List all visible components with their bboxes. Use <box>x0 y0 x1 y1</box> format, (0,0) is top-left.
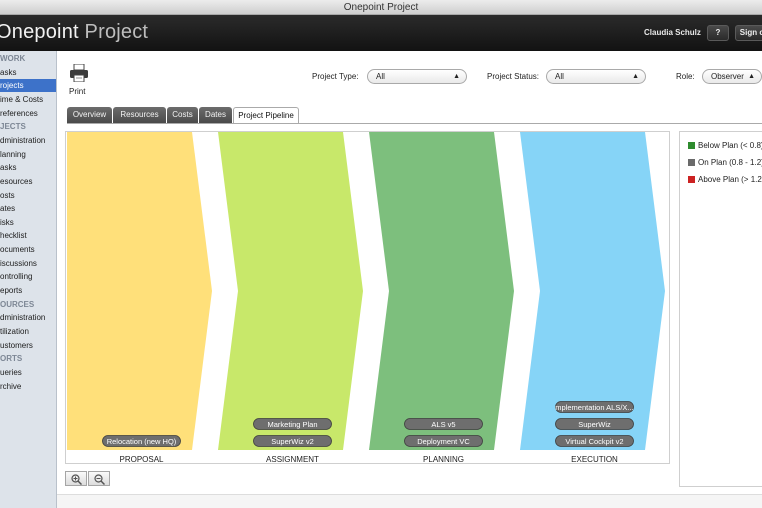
sidebar-item[interactable]: ime & Costs <box>0 93 56 106</box>
user-name: Claudia Schulz <box>644 28 701 37</box>
stage-arrow <box>369 132 514 450</box>
project-type-label: Project Type: <box>312 72 359 81</box>
stage-arrow <box>218 132 363 450</box>
stage-label: PROPOSAL <box>119 455 164 464</box>
sidebar-section-heading: JECTS <box>0 122 26 132</box>
zoom-in-button[interactable] <box>65 471 87 486</box>
tab-costs[interactable]: Costs <box>167 107 198 123</box>
tab-resources[interactable]: Resources <box>113 107 166 123</box>
legend-label: Above Plan (> 1.2) <box>698 175 762 184</box>
sidebar-item[interactable]: ueries <box>0 366 56 379</box>
sidebar-item[interactable]: eports <box>0 284 56 297</box>
pipeline-stage-assignment: ASSIGNMENT Marketing Plan SuperWiz v2 <box>218 132 363 464</box>
sidebar-section-heading: ORTS <box>0 354 23 364</box>
role-label: Role: <box>676 72 695 81</box>
app-logo: Onepoint Project <box>0 21 149 43</box>
project-pill[interactable]: Marketing Plan <box>253 418 332 430</box>
sidebar-item[interactable]: tilization <box>0 325 56 338</box>
sidebar-item[interactable]: isks <box>0 216 56 229</box>
legend-swatch <box>688 159 695 166</box>
window-title: Onepoint Project <box>0 0 762 15</box>
tab-dates[interactable]: Dates <box>199 107 232 123</box>
project-status-label: Project Status: <box>487 72 540 81</box>
pipeline-stage-execution: EXECUTION mplementation ALS/X... SuperWiz V… <box>520 132 665 464</box>
sidebar-item[interactable]: esources <box>0 175 56 188</box>
sidebar-section-heading: OURCES <box>0 299 35 309</box>
sidebar-item[interactable]: ustomers <box>0 339 56 352</box>
app-header: Onepoint Project Claudia Schulz ? Sign o <box>0 15 762 51</box>
project-type-select[interactable]: All ▲︎ <box>367 69 467 84</box>
project-status-select[interactable]: All ▲︎ <box>546 69 646 84</box>
select-arrows-icon: ▲︎ <box>453 73 460 80</box>
sidebar-item[interactable]: ocuments <box>0 243 56 256</box>
project-name: SuperWiz <box>578 420 611 429</box>
stage-label: EXECUTION <box>571 455 618 464</box>
legend: Below Plan (< 0.8) On Plan (0.8 - 1.2) Abo… <box>679 131 762 487</box>
project-name: Relocation (new HQ) <box>107 437 177 446</box>
sign-out-button[interactable]: Sign o <box>735 25 762 41</box>
help-button[interactable]: ? <box>707 25 729 41</box>
sidebar-item[interactable]: iscussions <box>0 257 56 270</box>
legend-label: Below Plan (< 0.8) <box>698 141 762 150</box>
pipeline-stage-proposal: PROPOSAL Relocation (new HQ) <box>67 132 212 464</box>
sidebar-item[interactable]: asks <box>0 66 56 79</box>
legend-label: On Plan (0.8 - 1.2) <box>698 158 762 167</box>
zoom-in-icon <box>71 474 82 485</box>
project-pill[interactable]: mplementation ALS/X... <box>555 401 634 413</box>
sidebar-item[interactable]: ates <box>0 202 56 215</box>
sidebar-item[interactable]: ontrolling <box>0 270 56 283</box>
printer-icon <box>70 64 88 82</box>
sidebar-item[interactable]: hecklist <box>0 229 56 242</box>
pipeline-chart: PROPOSAL Relocation (new HQ) ASSIGNMENT Mar… <box>67 132 665 464</box>
project-pill[interactable]: Virtual Cockpit v2 <box>555 435 634 447</box>
select-arrows-icon: ▲︎ <box>632 73 639 80</box>
role-select[interactable]: Observer ▲︎ <box>702 69 762 84</box>
project-pipeline: PROPOSAL Relocation (new HQ) ASSIGNMENT Mar… <box>65 131 670 464</box>
legend-swatch <box>688 176 695 183</box>
project-name: Deployment VC <box>417 437 470 446</box>
sidebar-item[interactable]: osts <box>0 189 56 202</box>
horizontal-scrollbar[interactable] <box>57 494 762 508</box>
zoom-out-icon <box>94 474 105 485</box>
legend-item: Above Plan (> 1.2) <box>688 175 762 185</box>
project-pill[interactable]: Deployment VC <box>404 435 483 447</box>
sidebar-item[interactable]: dministration <box>0 311 56 324</box>
project-pill[interactable]: Relocation (new HQ) <box>102 435 181 447</box>
stage-label: ASSIGNMENT <box>266 455 319 464</box>
project-name: ALS v5 <box>431 420 455 429</box>
tab-overview[interactable]: Overview <box>67 107 112 123</box>
sidebar-item[interactable]: asks <box>0 161 56 174</box>
sidebar-item[interactable]: rojects <box>0 79 56 93</box>
sidebar-item[interactable]: lanning <box>0 148 56 161</box>
legend-swatch <box>688 142 695 149</box>
sidebar-section-heading: WORK <box>0 54 26 63</box>
print-label: Print <box>69 87 86 96</box>
navigation-sidebar: WORK asks rojects ime & Costs references JECT… <box>0 51 57 508</box>
stage-arrow <box>67 132 212 450</box>
zoom-out-button[interactable] <box>88 471 110 486</box>
sidebar-item[interactable]: rchive <box>0 380 56 393</box>
select-arrows-icon: ▲︎ <box>748 73 755 80</box>
project-name: SuperWiz v2 <box>271 437 314 446</box>
sidebar-item[interactable]: dministration <box>0 134 56 147</box>
project-name: Virtual Cockpit v2 <box>565 437 623 446</box>
main-content: Print Project Type: All ▲︎ Project Status… <box>57 51 762 508</box>
project-pill[interactable]: SuperWiz <box>555 418 634 430</box>
project-pill[interactable]: ALS v5 <box>404 418 483 430</box>
pipeline-stage-planning: PLANNING ALS v5 Deployment VC <box>369 132 514 464</box>
sidebar-item[interactable]: references <box>0 107 56 120</box>
legend-item: Below Plan (< 0.8) <box>688 141 762 151</box>
project-pill[interactable]: SuperWiz v2 <box>253 435 332 447</box>
project-name: mplementation ALS/X... <box>555 403 633 412</box>
project-name: Marketing Plan <box>267 420 317 429</box>
legend-item: On Plan (0.8 - 1.2) <box>688 158 762 168</box>
tab-project-pipeline[interactable]: Project Pipeline <box>233 107 299 123</box>
stage-label: PLANNING <box>423 455 464 464</box>
